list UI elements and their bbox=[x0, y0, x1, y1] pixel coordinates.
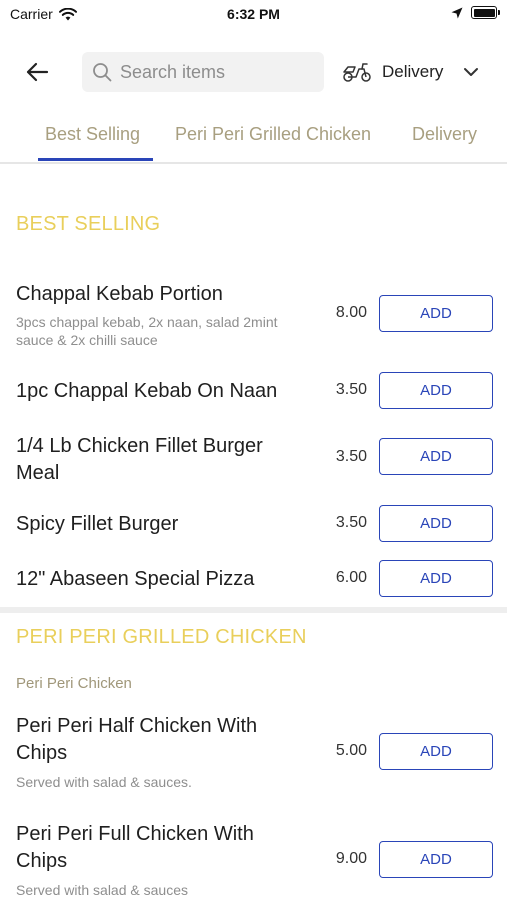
search-bar[interactable] bbox=[82, 52, 324, 92]
location-arrow-icon bbox=[451, 7, 463, 18]
item-name: Spicy Fillet Burger bbox=[16, 513, 179, 535]
item-name: 1pc Chappal Kebab On Naan bbox=[16, 380, 278, 402]
item-price: 5.00 bbox=[335, 742, 367, 759]
add-button[interactable]: ADD bbox=[379, 438, 493, 475]
item-description: Served with salad & sauces. bbox=[16, 774, 192, 790]
add-button[interactable]: ADD bbox=[379, 733, 493, 770]
active-tab-indicator bbox=[38, 158, 153, 161]
item-name: Peri Peri Half Chicken With Chips bbox=[16, 715, 258, 764]
section-divider bbox=[0, 607, 507, 613]
item-price: 6.00 bbox=[335, 569, 367, 586]
battery-icon bbox=[471, 6, 500, 19]
top-bar: Delivery bbox=[0, 48, 507, 94]
section-title-best-selling: BEST SELLING bbox=[16, 213, 161, 235]
add-button[interactable]: ADD bbox=[379, 372, 493, 409]
item-description: Served with salad & sauces bbox=[16, 882, 188, 898]
search-icon bbox=[93, 63, 112, 82]
item-price: 8.00 bbox=[335, 304, 367, 321]
subcategory-title: Peri Peri Chicken bbox=[16, 675, 132, 692]
carrier-label: Carrier bbox=[10, 6, 53, 22]
add-button[interactable]: ADD bbox=[379, 505, 493, 542]
carrier-group: Carrier bbox=[10, 6, 77, 22]
add-button[interactable]: ADD bbox=[379, 841, 493, 878]
item-price: 3.50 bbox=[335, 514, 367, 531]
tab-delivery[interactable]: Delivery bbox=[412, 124, 477, 145]
item-description: 3pcs chappal kebab, 2x naan, salad 2mint… bbox=[16, 314, 278, 348]
arrow-left-icon bbox=[26, 62, 49, 82]
section-title-peri-peri-grilled-chicken: PERI PERI GRILLED CHICKEN bbox=[16, 626, 307, 648]
scooter-icon bbox=[343, 63, 371, 82]
item-price: 3.50 bbox=[335, 448, 367, 465]
item-name: Peri Peri Full Chicken With Chips bbox=[16, 823, 254, 872]
item-name: 12" Abaseen Special Pizza bbox=[16, 568, 255, 590]
status-right bbox=[451, 6, 500, 19]
delivery-label: Delivery bbox=[382, 62, 444, 81]
item-name: 1/4 Lb Chicken Fillet Burger Meal bbox=[16, 435, 263, 484]
tab-peri-peri-grilled-chicken[interactable]: Peri Peri Grilled Chicken bbox=[175, 124, 371, 145]
add-button[interactable]: ADD bbox=[379, 295, 493, 332]
item-price: 3.50 bbox=[335, 381, 367, 398]
add-button[interactable]: ADD bbox=[379, 560, 493, 597]
category-tabs: Best Selling Peri Peri Grilled Chicken D… bbox=[0, 112, 507, 164]
chevron-down-icon bbox=[464, 68, 479, 76]
search-input[interactable] bbox=[120, 61, 310, 83]
item-name: Chappal Kebab Portion bbox=[16, 283, 223, 305]
tab-best-selling[interactable]: Best Selling bbox=[45, 124, 140, 145]
back-button[interactable] bbox=[20, 58, 54, 86]
item-price: 9.00 bbox=[335, 850, 367, 867]
wifi-icon bbox=[58, 7, 77, 20]
delivery-selector[interactable]: Delivery bbox=[342, 56, 479, 88]
status-bar: Carrier 6:32 PM bbox=[0, 0, 507, 30]
